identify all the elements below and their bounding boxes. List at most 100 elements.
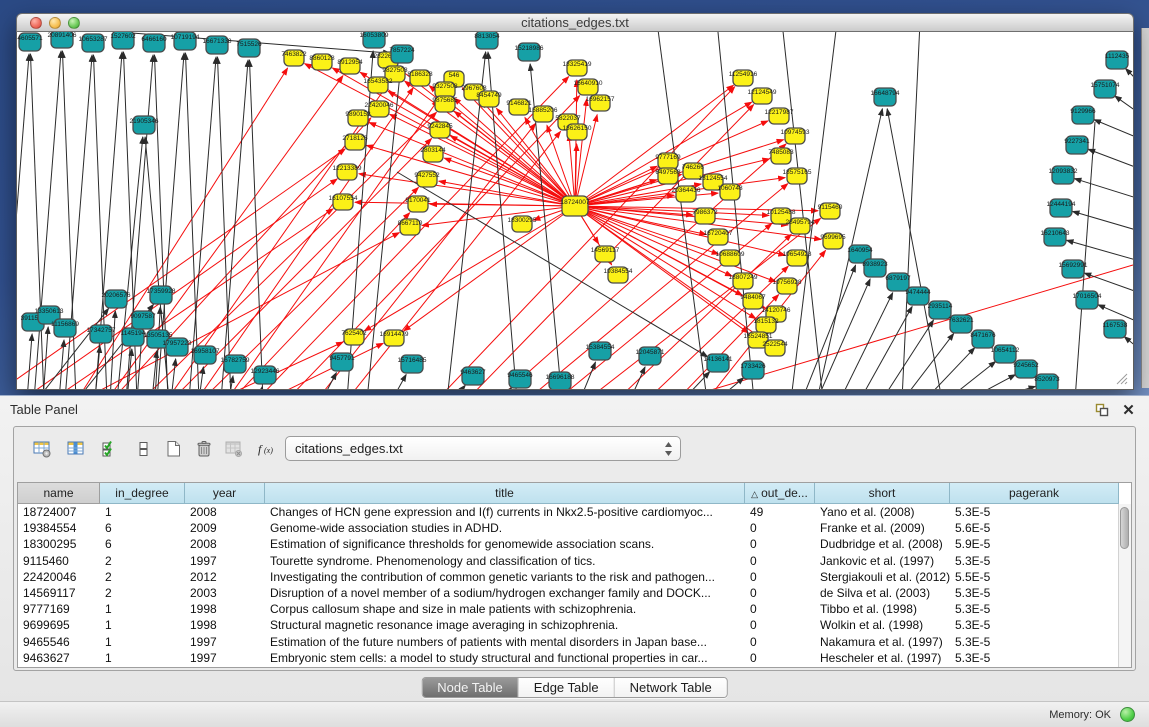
column-header-pagerank[interactable]: pagerank: [950, 483, 1119, 504]
cited-node[interactable]: 15885206: [529, 106, 558, 122]
cell-short[interactable]: Stergiakouli et al. (2012): [815, 569, 950, 585]
cell-name[interactable]: 9115460: [18, 553, 100, 569]
citing-node[interactable]: 15384554: [586, 342, 615, 360]
cited-node[interactable]: 28495794: [786, 218, 815, 234]
close-icon[interactable]: ✕: [1120, 401, 1137, 418]
resize-grip-icon[interactable]: [1125, 382, 1127, 384]
cell-title[interactable]: Disruption of a novel member of a sodium…: [265, 585, 745, 601]
citing-node[interactable]: 14136141: [704, 354, 733, 372]
cell-short[interactable]: Dudbridge et al. (2008): [815, 536, 950, 552]
cell-short[interactable]: Franke et al. (2009): [815, 520, 950, 536]
citing-node[interactable]: 12093832: [1049, 166, 1078, 184]
citing-node[interactable]: 11156869: [51, 319, 79, 337]
citing-node[interactable]: 9227341: [1064, 136, 1090, 154]
cell-out-de-[interactable]: 0: [745, 536, 815, 552]
column-header-title[interactable]: title: [265, 483, 745, 504]
cell-title[interactable]: Changes of HCN gene expression and I(f) …: [265, 504, 745, 520]
cited-node[interactable]: 2718126: [342, 134, 368, 150]
table-selector-dropdown[interactable]: citations_edges.txt: [285, 436, 681, 461]
cell-year[interactable]: 1998: [185, 617, 265, 633]
cited-node[interactable]: 13325419: [563, 60, 592, 76]
cell-title[interactable]: Investigating the contribution of common…: [265, 569, 745, 585]
cell-out-de-[interactable]: 0: [745, 569, 815, 585]
cell-short[interactable]: Nakamura et al. (1997): [815, 634, 950, 650]
table-row[interactable]: 1830029562008Estimation of significance …: [18, 536, 1118, 552]
cell-name[interactable]: 18300295: [18, 536, 100, 552]
cell-pagerank[interactable]: 5.6E-5: [950, 520, 1118, 536]
cell-title[interactable]: Genome-wide association studies in ADHD.: [265, 520, 745, 536]
cited-node[interactable]: 19384554: [604, 267, 633, 283]
cited-node[interactable]: 2803144: [420, 146, 446, 162]
column-selector-icon[interactable]: [62, 435, 89, 462]
citing-node[interactable]: 16210643: [1041, 228, 1070, 246]
cell-out-de-[interactable]: 0: [745, 617, 815, 633]
column-header-out-de-[interactable]: △out_de...: [745, 483, 815, 504]
cell-year[interactable]: 1997: [185, 553, 265, 569]
cell-title[interactable]: Corpus callosum shape and size in male p…: [265, 601, 745, 617]
cell-pagerank[interactable]: 5.3E-5: [950, 504, 1118, 520]
column-header-in-degree[interactable]: in_degree: [100, 483, 185, 504]
table-row[interactable]: 1456911722003Disruption of a novel membe…: [18, 585, 1118, 601]
cited-node[interactable]: 9875685: [432, 96, 458, 112]
cell-pagerank[interactable]: 5.3E-5: [950, 634, 1118, 650]
cell-in-degree[interactable]: 2: [100, 585, 185, 601]
network-window-titlebar[interactable]: citations_edges.txt: [16, 13, 1134, 32]
cell-year[interactable]: 2008: [185, 504, 265, 520]
column-header-year[interactable]: year: [185, 483, 265, 504]
cited-node[interactable]: 8912954: [337, 58, 363, 74]
cited-node[interactable]: 7625402: [341, 329, 367, 345]
cell-title[interactable]: Structural magnetic resonance image aver…: [265, 617, 745, 633]
citing-node[interactable]: 15716485: [398, 355, 427, 373]
cell-in-degree[interactable]: 2: [100, 553, 185, 569]
float-window-icon[interactable]: [1093, 401, 1110, 418]
cell-short[interactable]: Yano et al. (2008): [815, 504, 950, 520]
cell-year[interactable]: 1998: [185, 601, 265, 617]
cell-name[interactable]: 9463627: [18, 650, 100, 666]
cited-node[interactable]: 12124549: [748, 88, 777, 104]
memory-ok-indicator[interactable]: [1120, 707, 1135, 722]
cell-name[interactable]: 18724007: [18, 504, 100, 520]
citing-node[interactable]: 9465546: [507, 370, 533, 388]
cell-pagerank[interactable]: 5.9E-5: [950, 536, 1118, 552]
scrollbar-thumb[interactable]: [1120, 507, 1129, 549]
cell-name[interactable]: 14569117: [18, 585, 100, 601]
citing-node[interactable]: 16958107: [191, 346, 220, 364]
new-table-icon[interactable]: [160, 435, 187, 462]
tab-edge-table[interactable]: Edge Table: [519, 678, 615, 697]
cited-node[interactable]: 18575165: [783, 168, 812, 184]
cited-node[interactable]: 16962157: [586, 95, 615, 111]
function-builder-icon[interactable]: f(x): [252, 435, 279, 462]
table-settings-icon[interactable]: [28, 435, 55, 462]
cited-node[interactable]: 7463822: [281, 50, 307, 66]
cell-in-degree[interactable]: 6: [100, 520, 185, 536]
citing-node[interactable]: 7632621: [948, 315, 974, 333]
cited-node[interactable]: 6497568: [655, 168, 681, 184]
cell-short[interactable]: Hescheler et al. (1997): [815, 650, 950, 666]
cell-year[interactable]: 1997: [185, 650, 265, 666]
citing-node[interactable]: 12045871: [636, 347, 665, 365]
table-row[interactable]: 911546021997Tourette syndrome. Phenomeno…: [18, 553, 1118, 569]
citing-node[interactable]: 9463627: [460, 367, 486, 385]
cited-node[interactable]: 9890152: [345, 110, 371, 126]
cited-node[interactable]: 9777169: [655, 153, 681, 169]
cell-title[interactable]: Embryonic stem cells: a model to study s…: [265, 650, 745, 666]
cited-node[interactable]: 8860128: [309, 54, 335, 70]
minimize-button[interactable]: [49, 17, 61, 29]
citing-node[interactable]: 17342757: [87, 325, 116, 343]
cell-short[interactable]: Jankovic et al. (1997): [815, 553, 950, 569]
column-header-short[interactable]: short: [815, 483, 950, 504]
cell-in-degree[interactable]: 6: [100, 536, 185, 552]
cell-title[interactable]: Tourette syndrome. Phenomenology and cla…: [265, 553, 745, 569]
cited-node[interactable]: 9427552: [414, 171, 440, 187]
cell-out-de-[interactable]: 49: [745, 504, 815, 520]
citing-node[interactable]: 9457791: [329, 353, 355, 371]
close-button[interactable]: [30, 17, 42, 29]
cell-in-degree[interactable]: 1: [100, 504, 185, 520]
cell-title[interactable]: Estimation of the future numbers of pati…: [265, 634, 745, 650]
cell-name[interactable]: 9465546: [18, 634, 100, 650]
cell-out-de-[interactable]: 0: [745, 634, 815, 650]
tab-node-table[interactable]: Node Table: [422, 678, 519, 697]
cited-node[interactable]: 8454749: [476, 91, 502, 107]
citing-node[interactable]: 10719194: [171, 32, 200, 50]
cited-node[interactable]: 18300295: [508, 216, 537, 232]
